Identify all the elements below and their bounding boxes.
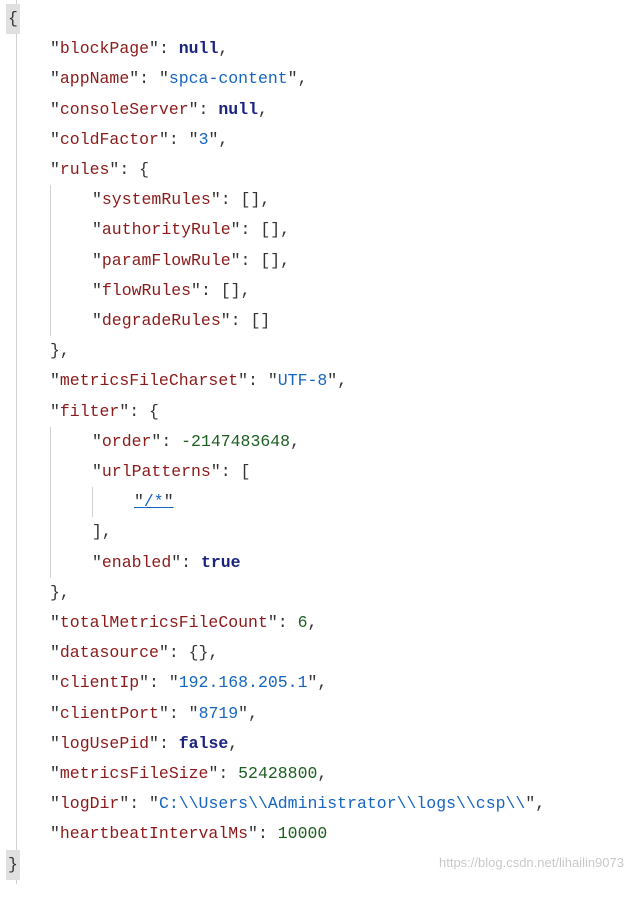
json-key: clientPort — [60, 704, 159, 723]
watermark: https://blog.csdn.net/lihailin9073 — [439, 848, 624, 878]
json-string: "192.168.205.1" — [169, 673, 318, 692]
open-brace: { — [6, 4, 20, 34]
code-line: "order": -2147483648, — [8, 427, 626, 457]
code-line: "/*" — [8, 487, 626, 517]
json-key: consoleServer — [60, 100, 189, 119]
json-key: enabled — [102, 553, 171, 572]
json-empty-array: [] — [260, 251, 280, 270]
json-key: coldFactor — [60, 130, 159, 149]
code-line: "clientIp": "192.168.205.1", — [8, 668, 626, 698]
json-empty-array: [] — [260, 220, 280, 239]
json-key: order — [102, 432, 152, 451]
json-key: heartbeatIntervalMs — [60, 824, 248, 843]
json-key: datasource — [60, 643, 159, 662]
json-key: degradeRules — [102, 311, 221, 330]
code-line: "systemRules": [], — [8, 185, 626, 215]
code-line: }, — [8, 336, 626, 366]
json-empty-array: [] — [250, 311, 270, 330]
json-null: null — [179, 39, 219, 58]
code-line: "appName": "spca-content", — [8, 64, 626, 94]
json-number: 52428800 — [238, 764, 317, 783]
code-line: "metricsFileCharset": "UTF-8", — [8, 366, 626, 396]
json-string: "C:\\Users\\Administrator\\logs\\csp\\" — [149, 794, 535, 813]
json-key: logUsePid — [60, 734, 149, 753]
code-line: "authorityRule": [], — [8, 215, 626, 245]
code-line: "flowRules": [], — [8, 276, 626, 306]
code-line: "filter": { — [8, 397, 626, 427]
code-line: "urlPatterns": [ — [8, 457, 626, 487]
code-line: "datasource": {}, — [8, 638, 626, 668]
code-line: "metricsFileSize": 52428800, — [8, 759, 626, 789]
code-line: "blockPage": null, — [8, 34, 626, 64]
json-key: blockPage — [60, 39, 149, 58]
code-line: "heartbeatIntervalMs": 10000 — [8, 819, 626, 849]
close-brace: } — [6, 850, 20, 880]
json-empty-array: [] — [221, 281, 241, 300]
json-code-block: { "blockPage": null, "appName": "spca-co… — [0, 0, 630, 884]
json-string: "/*" — [134, 492, 174, 511]
json-key: paramFlowRule — [102, 251, 231, 270]
json-number: 10000 — [278, 824, 328, 843]
json-key: systemRules — [102, 190, 211, 209]
json-key: flowRules — [102, 281, 191, 300]
json-key: clientIp — [60, 673, 139, 692]
code-line: }, — [8, 578, 626, 608]
json-empty-array: [] — [241, 190, 261, 209]
code-line: { — [8, 4, 626, 34]
json-key: filter — [60, 402, 119, 421]
json-key: urlPatterns — [102, 462, 211, 481]
json-boolean: false — [179, 734, 229, 753]
code-line: "consoleServer": null, — [8, 95, 626, 125]
json-key: appName — [60, 69, 129, 88]
json-key: metricsFileCharset — [60, 371, 238, 390]
json-string: "spca-content" — [159, 69, 298, 88]
code-line: "coldFactor": "3", — [8, 125, 626, 155]
json-key: totalMetricsFileCount — [60, 613, 268, 632]
json-key: rules — [60, 160, 110, 179]
code-line: "rules": { — [8, 155, 626, 185]
json-key: logDir — [60, 794, 119, 813]
code-line: "logUsePid": false, — [8, 729, 626, 759]
json-null: null — [218, 100, 258, 119]
code-line: "paramFlowRule": [], — [8, 246, 626, 276]
json-number: 6 — [298, 613, 308, 632]
json-number: -2147483648 — [181, 432, 290, 451]
json-string: "3" — [189, 130, 219, 149]
code-line: ], — [8, 517, 626, 547]
json-empty-object: {} — [189, 643, 209, 662]
json-string: "8719" — [189, 704, 248, 723]
code-line: "clientPort": "8719", — [8, 699, 626, 729]
code-line: "enabled": true — [8, 548, 626, 578]
code-line: "logDir": "C:\\Users\\Administrator\\log… — [8, 789, 626, 819]
json-boolean: true — [201, 553, 241, 572]
json-string: "UTF-8" — [268, 371, 337, 390]
code-line: "totalMetricsFileCount": 6, — [8, 608, 626, 638]
json-key: authorityRule — [102, 220, 231, 239]
json-key: metricsFileSize — [60, 764, 209, 783]
code-line: "degradeRules": [] — [8, 306, 626, 336]
